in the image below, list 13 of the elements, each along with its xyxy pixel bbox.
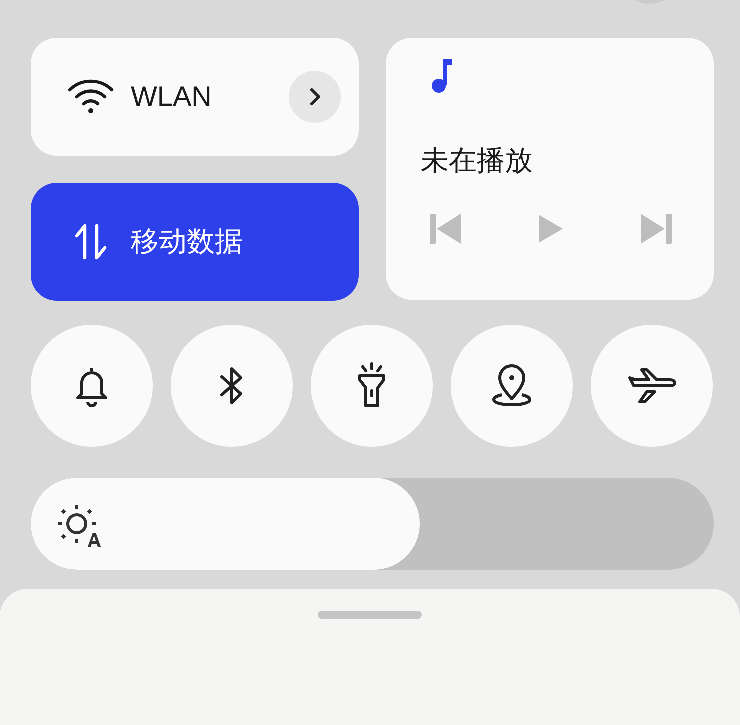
- auto-brightness-icon: [55, 504, 103, 548]
- tile-label: WLAN: [131, 80, 213, 114]
- toggle-tile[interactable]: 移动数据: [31, 183, 359, 301]
- airplane-icon: [627, 366, 677, 406]
- chevron-icon: [308, 87, 322, 107]
- toggle-tile[interactable]: WLAN: [31, 38, 359, 156]
- location-pin-icon: [490, 363, 534, 409]
- expand-button[interactable]: [289, 71, 341, 123]
- tile-label: 移动数据: [131, 225, 244, 259]
- drag-handle[interactable]: [318, 611, 422, 619]
- media-status: 未在播放: [421, 144, 533, 178]
- wifi-icon: [67, 78, 115, 116]
- music-note-icon: [430, 59, 454, 93]
